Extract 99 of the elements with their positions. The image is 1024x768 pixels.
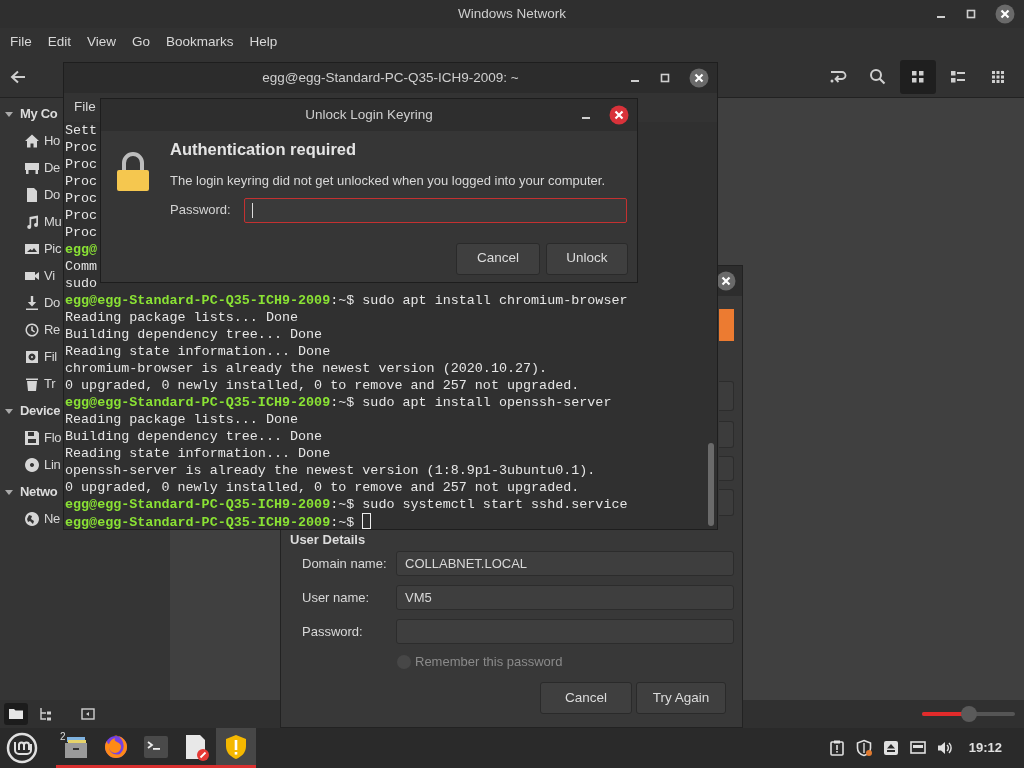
window-title: Windows Network: [458, 4, 566, 23]
section-heading: My Co: [20, 104, 58, 123]
terminal-line: 0 upgraded, 0 newly installed, 0 to remove and 257 not upgraded.: [65, 479, 580, 496]
field-label: Domain name:: [302, 554, 388, 573]
section-heading: Netwo: [20, 482, 58, 501]
terminal-line: Sett: [65, 122, 98, 139]
sidebar-item[interactable]: Pic: [24, 235, 62, 262]
dialog-button[interactable]: Cancel: [456, 242, 540, 275]
terminal-line: Building dependency tree... Done: [65, 428, 323, 445]
field-label: Password:: [302, 622, 364, 641]
window-title: Unlock Login Keyring: [305, 105, 433, 124]
terminal-line: Proc: [65, 139, 98, 156]
terminal-line: Reading state information... Done: [65, 343, 331, 360]
clipboard-icon[interactable]: [827, 739, 846, 757]
dialog-heading: Authentication required: [170, 139, 358, 159]
sidebar-item[interactable]: Vi: [24, 262, 55, 289]
terminal-line: Reading package lists... Done: [65, 309, 299, 326]
menu-item[interactable]: Help: [241, 31, 286, 53]
maximize-icon[interactable]: [965, 8, 977, 20]
terminal-line: 0 upgraded, 0 newly installed, 0 to remove and 257 not upgraded.: [65, 377, 580, 394]
field-label: Password:: [170, 201, 232, 220]
sidebar-item[interactable]: Do: [24, 289, 61, 316]
sidebar-item[interactable]: Flo: [24, 424, 62, 451]
menu-item[interactable]: View: [79, 31, 125, 53]
terminal-line: Proc: [65, 173, 98, 190]
sidebar-item[interactable]: Mu: [24, 208, 62, 235]
terminal-line: Proc: [65, 156, 98, 173]
terminal-line: egg@egg-Standard-PC-Q35-ICH9-2009:~$ sudo systemctl start sshd.service: [65, 496, 628, 513]
sidebar-item[interactable]: Ho: [24, 127, 61, 154]
menu-item[interactable]: Bookmarks: [158, 31, 242, 53]
music-icon: [24, 213, 40, 230]
close-icon[interactable]: [689, 68, 709, 88]
clock: 19:12: [968, 739, 1002, 758]
field-label: User name:: [302, 588, 371, 607]
window-title: egg@egg-Standard-PC-Q35-ICH9-2009: ~: [262, 68, 519, 87]
terminal-line: egg@: [65, 241, 98, 258]
volume-icon[interactable]: [935, 739, 954, 757]
menu-item[interactable]: File: [2, 31, 40, 53]
slider-thumb[interactable]: [960, 706, 977, 722]
document-icon: [24, 186, 40, 203]
sidebar-item[interactable]: Do: [24, 181, 61, 208]
menu-item[interactable]: File: [66, 97, 104, 118]
terminal-line: Building dependency tree... Done: [65, 326, 323, 343]
dialog-button[interactable]: Try Again: [636, 682, 726, 714]
search-icon[interactable]: [868, 66, 888, 87]
terminal-line: egg@egg-Standard-PC-Q35-ICH9-2009:~$ sudo apt install chromium-browser: [65, 292, 628, 309]
recent-icon: [24, 321, 40, 338]
eject-icon[interactable]: [881, 739, 900, 757]
menu-item[interactable]: Go: [124, 31, 159, 53]
terminal-line: egg@egg-Standard-PC-Q35-ICH9-2009:~$: [65, 513, 372, 530]
home-icon: [24, 132, 40, 149]
section-heading: Device: [20, 401, 61, 420]
section-title: User Details: [290, 533, 366, 547]
dialog-message: The login keyring did not get unlocked when you logged into your computer.: [170, 172, 607, 190]
zoom-slider[interactable]: [922, 706, 1015, 722]
downloads-icon: [24, 294, 40, 311]
taskbar-app[interactable]: 2: [56, 728, 96, 768]
menu-item[interactable]: Edit: [39, 31, 80, 53]
filesystem-icon: [24, 348, 40, 365]
input-field[interactable]: [719, 489, 734, 516]
menu-logo-icon[interactable]: [6, 732, 38, 764]
terminal-line: Reading package lists... Done: [65, 411, 299, 428]
dropdown-field[interactable]: [719, 421, 734, 448]
input-field[interactable]: [719, 381, 734, 411]
sidebar-item[interactable]: Lin: [24, 451, 61, 478]
maximize-icon[interactable]: [659, 72, 671, 84]
grid-view-button[interactable]: [900, 59, 936, 94]
terminal-line: chromium-browser is already the newest version (2020.10.27).: [65, 360, 548, 377]
network-icon[interactable]: [908, 739, 927, 757]
password-field[interactable]: [244, 197, 627, 223]
sidebar-item[interactable]: Fil: [24, 343, 57, 370]
terminal-line: sudo: [65, 275, 98, 292]
sidebar-item[interactable]: Ne: [24, 505, 61, 532]
checkbox-label: Remember this password: [415, 653, 563, 672]
terminal-line: Reading state information... Done: [65, 445, 331, 462]
terminal-line: Comm: [65, 258, 98, 275]
input-field[interactable]: VM5: [396, 585, 734, 610]
lock-icon: [116, 151, 150, 193]
dialog-button[interactable]: Cancel: [540, 682, 632, 714]
floppy-icon: [24, 429, 40, 446]
network-icon: [24, 510, 40, 527]
terminal-line: egg@egg-Standard-PC-Q35-ICH9-2009:~$ sudo apt install openssh-server: [65, 394, 612, 411]
count-label: 2: [60, 730, 66, 744]
sidebar-item[interactable]: Tr: [24, 370, 56, 397]
close-icon[interactable]: [609, 105, 629, 125]
scrollbar-thumb[interactable]: [708, 443, 714, 526]
terminal-line: Proc: [65, 190, 98, 207]
input-field[interactable]: COLLABNET.LOCAL: [396, 551, 734, 576]
close-icon[interactable]: [995, 4, 1015, 24]
taskbar-app[interactable]: [216, 728, 256, 768]
input-field[interactable]: [719, 456, 734, 481]
shield-icon[interactable]: [854, 739, 873, 757]
dialog-button[interactable]: Unlock: [546, 242, 628, 275]
sidebar-item[interactable]: Re: [24, 316, 61, 343]
terminal-line: Proc: [65, 224, 98, 241]
browser-icon: [102, 732, 130, 761]
terminal-line: openssh-server is already the newest version (1:8.9p1-3ubuntu0.1).: [65, 462, 596, 479]
terminal-line: Proc: [65, 207, 98, 224]
sidebar-item[interactable]: De: [24, 154, 61, 181]
